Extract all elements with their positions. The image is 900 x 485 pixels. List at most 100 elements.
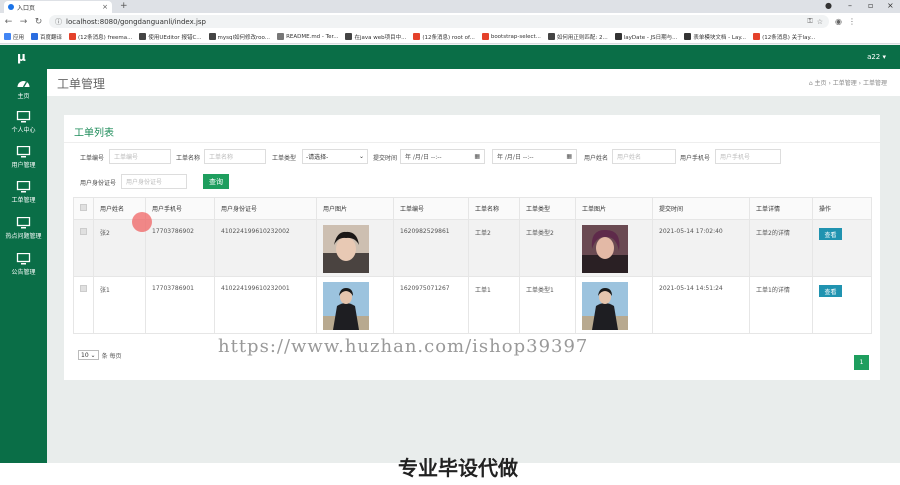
close-tab-icon[interactable]: ×	[102, 3, 108, 11]
bookmark-item[interactable]: mysql如何修改roo...	[208, 33, 270, 41]
bookmark-item[interactable]: bootstrap-select...	[481, 33, 541, 40]
bookmark-favicon-icon	[481, 33, 489, 40]
url-field[interactable]: ⓘ localhost:8080/gongdanguanli/index.jsp…	[49, 15, 829, 28]
browser-tab[interactable]: 入口页 ×	[4, 1, 112, 13]
view-button[interactable]: 查看	[819, 228, 842, 240]
bookmark-item[interactable]: 如何用正则匹配: 2...	[547, 33, 608, 41]
top-header: μ a22 ▾	[0, 45, 900, 69]
column-header: 操作	[812, 197, 872, 220]
cell-order-detail: 工单2的详情	[749, 219, 813, 277]
column-header: 工单详情	[749, 197, 813, 220]
new-tab-icon[interactable]: +	[120, 1, 128, 11]
select-all-cell	[73, 197, 94, 220]
cell-order-name: 工单2	[468, 219, 520, 277]
forward-icon[interactable]: →	[19, 17, 28, 27]
calendar-icon[interactable]: ▦	[474, 153, 480, 160]
submit-time-end-input[interactable]: 年 /月/日 --:-- ▦	[492, 149, 577, 164]
bookmark-favicon-icon	[277, 33, 285, 40]
sidebar-item-orders[interactable]: 工单管理	[0, 180, 47, 204]
minimize-icon[interactable]: –	[848, 1, 852, 10]
key-icon[interactable]: ⚿	[807, 17, 812, 26]
chevron-down-icon: ⌄	[358, 153, 364, 160]
column-header: 工单图片	[575, 197, 653, 220]
breadcrumb[interactable]: ⌂ 主页 › 工单管理 › 工单管理	[809, 78, 887, 87]
column-header: 工单编号	[393, 197, 469, 220]
bookmark-item[interactable]: 表单模块文档 - Lay...	[684, 33, 746, 41]
order-table: 用户姓名 用户手机号 用户身份证号 用户图片 工单编号 工单名称 工单类型 工单…	[73, 197, 872, 334]
cell-action: 查看	[812, 219, 872, 277]
user-menu[interactable]: a22 ▾	[867, 53, 886, 61]
reload-icon[interactable]: ↻	[34, 17, 43, 27]
sidebar-item-profile[interactable]: 个人中心	[0, 110, 47, 134]
maximize-icon[interactable]: ▫	[868, 1, 873, 10]
order-name-input[interactable]: 工单名称	[204, 149, 266, 164]
select-all-checkbox[interactable]	[80, 204, 87, 211]
bookmark-favicon-icon	[614, 33, 622, 40]
phone-input[interactable]: 用户手机号	[715, 149, 781, 164]
bookmark-favicon-icon	[31, 33, 39, 40]
table-row[interactable]: 张2 17703786902 410224199610232002 162098	[73, 219, 872, 277]
menu-icon[interactable]: ⋮	[848, 17, 856, 26]
bookmark-star-icon[interactable]: ☆	[817, 18, 823, 26]
table-row[interactable]: 张1 17703786901 410224199610232001 162097…	[73, 276, 872, 334]
submit-time-start-input[interactable]: 年 /月/日 --:-- ▦	[400, 149, 485, 164]
bookmark-item[interactable]: 在java web项目中...	[345, 33, 406, 41]
order-no-input[interactable]: 工单编号	[109, 149, 171, 164]
page-size-select[interactable]: 10 ⌄	[78, 350, 99, 360]
sidebar-item-announcements[interactable]: 公告管理	[0, 252, 47, 276]
bookmark-label: 使用UEditor 报错C...	[148, 34, 202, 41]
bookmark-label: 百度翻译	[40, 34, 63, 41]
bookmark-favicon-icon	[684, 33, 692, 40]
idcard-input[interactable]: 用户身份证号	[121, 174, 187, 189]
column-header: 用户身份证号	[214, 197, 317, 220]
page-header: 工单管理 ⌂ 主页 › 工单管理 › 工单管理	[47, 69, 900, 96]
column-header: 工单名称	[468, 197, 520, 220]
cell-username: 张1	[93, 276, 146, 334]
profile-icon[interactable]: ◉	[835, 17, 842, 26]
order-name-label: 工单名称	[176, 155, 201, 162]
monitor-icon	[16, 145, 31, 158]
cell-user-photo	[316, 276, 394, 334]
page-number-button[interactable]: 1	[854, 355, 869, 370]
bookmark-label: (12条消息) root of...	[422, 34, 475, 41]
page-size-value: 10	[81, 351, 89, 359]
view-button[interactable]: 查看	[819, 285, 842, 297]
bookmark-label: 如何用正则匹配: 2...	[556, 34, 608, 41]
cell-phone: 17703786902	[145, 219, 215, 277]
row-checkbox[interactable]	[80, 285, 87, 292]
cell-submit-time: 2021-05-14 14:51:24	[652, 276, 750, 334]
bookmark-item[interactable]: layDate - JS日期与...	[614, 33, 677, 41]
page-size-control: 10 ⌄ 条 每页	[78, 350, 122, 360]
username-input[interactable]: 用户姓名	[612, 149, 676, 164]
window-account-icon[interactable]: ●	[825, 1, 832, 10]
logo: μ	[17, 50, 26, 64]
sidebar-item-hot-questions[interactable]: 热点问题管理	[0, 216, 47, 240]
sidebar-item-home[interactable]: 主页	[0, 77, 47, 100]
bookmark-item[interactable]: (12条消息) 关于lay...	[753, 33, 815, 41]
info-icon[interactable]: ⓘ	[55, 17, 62, 27]
bookmark-item[interactable]: 应用	[4, 33, 24, 41]
bookmark-favicon-icon	[547, 33, 555, 40]
column-header: 提交时间	[652, 197, 750, 220]
bookmark-label: (12条消息) 关于lay...	[762, 34, 816, 41]
order-photo	[582, 225, 628, 273]
bookmark-item[interactable]: 百度翻译	[31, 33, 62, 41]
phone-label: 用户手机号	[680, 155, 711, 162]
close-window-icon[interactable]: ×	[887, 1, 894, 10]
sidebar-item-users[interactable]: 用户管理	[0, 145, 47, 169]
monitor-icon	[16, 180, 31, 193]
calendar-icon[interactable]: ▦	[566, 153, 572, 160]
bookmark-label: 表单模块文档 - Lay...	[693, 34, 747, 41]
page-title: 工单管理	[57, 77, 106, 91]
cell-order-no: 1620975071267	[393, 276, 469, 334]
bookmark-item[interactable]: 使用UEditor 报错C...	[139, 33, 202, 41]
back-icon[interactable]: ←	[4, 17, 13, 27]
browser-tab-bar: 入口页 × + ● – ▫ ×	[0, 0, 900, 13]
bookmark-item[interactable]: README.md - Ter...	[277, 33, 338, 40]
bookmark-item[interactable]: (12条消息) freema...	[69, 33, 132, 41]
order-type-select[interactable]: -请选择- ⌄	[302, 149, 368, 164]
row-checkbox[interactable]	[80, 228, 87, 235]
bookmark-item[interactable]: (12条消息) root of...	[413, 33, 475, 41]
search-button[interactable]: 查询	[203, 174, 229, 189]
sidebar-item-label: 个人中心	[11, 127, 36, 134]
